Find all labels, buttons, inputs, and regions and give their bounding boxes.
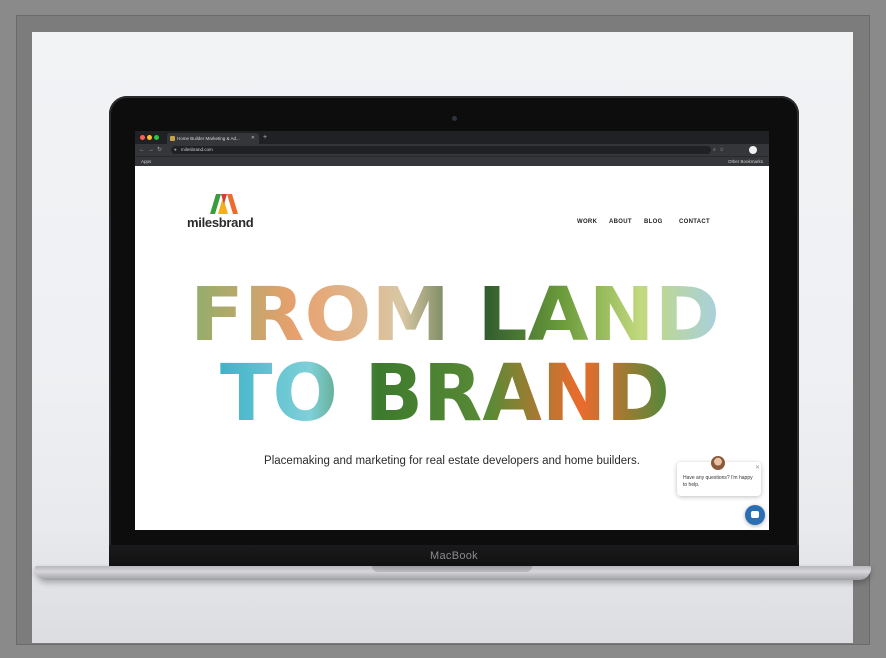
headline-line2: TO BRAND <box>220 349 670 438</box>
nav-blog[interactable]: BLOG <box>644 219 663 225</box>
browser-tabbar: Home Builder Marketing & Ad... ✕ + <box>135 131 769 144</box>
bookmarks-bar: Apps Other Bookmarks <box>135 156 769 166</box>
logo-icon[interactable] <box>210 194 238 214</box>
close-icon[interactable]: ✕ <box>251 133 255 144</box>
favicon-icon <box>170 136 175 141</box>
avatar <box>710 455 726 471</box>
tagline: Placemaking and marketing for real estat… <box>264 455 640 467</box>
avatar[interactable] <box>749 146 757 154</box>
laptop-notch <box>372 566 532 572</box>
lock-icon: ● <box>174 147 177 152</box>
logo-text[interactable]: milesbrand <box>187 215 254 230</box>
hero-headline: FROM LAND TO BRAND <box>190 272 720 438</box>
nav-buttons[interactable]: ←→↻ <box>139 144 165 156</box>
headline-line1: FROM LAND <box>190 272 720 358</box>
camera-icon <box>452 116 457 121</box>
laptop-screen: Home Builder Marketing & Ad... ✕ + ←→↻ ●… <box>135 131 769 530</box>
plus-icon[interactable]: + <box>263 131 267 144</box>
url-text: milesbrand.com <box>181 147 213 152</box>
browser-tab[interactable]: Home Builder Marketing & Ad... ✕ <box>167 133 259 144</box>
device-label: MacBook <box>109 545 799 567</box>
nav-contact[interactable]: CONTACT <box>679 219 710 225</box>
nav-about[interactable]: ABOUT <box>609 219 632 225</box>
browser-toolbar: ←→↻ ● milesbrand.com ⌕☆ <box>135 144 769 156</box>
tab-title: Home Builder Marketing & Ad... <box>177 136 240 141</box>
search-icon[interactable]: ⌕☆ <box>713 144 728 156</box>
address-bar[interactable]: ● milesbrand.com <box>171 146 711 154</box>
chat-message: Have any questions? I'm happy to help. <box>683 475 753 488</box>
maximize-window-button[interactable] <box>154 135 159 140</box>
nav-work[interactable]: WORK <box>577 219 597 225</box>
close-icon[interactable]: ✕ <box>755 464 760 471</box>
bookmark-other[interactable]: Other Bookmarks <box>728 157 763 166</box>
bookmark-apps[interactable]: Apps <box>141 157 151 166</box>
close-window-button[interactable] <box>140 135 145 140</box>
chat-icon[interactable] <box>745 505 765 525</box>
website: milesbrand WORK ABOUT BLOG CONTACT FROM … <box>135 166 769 530</box>
minimize-window-button[interactable] <box>147 135 152 140</box>
